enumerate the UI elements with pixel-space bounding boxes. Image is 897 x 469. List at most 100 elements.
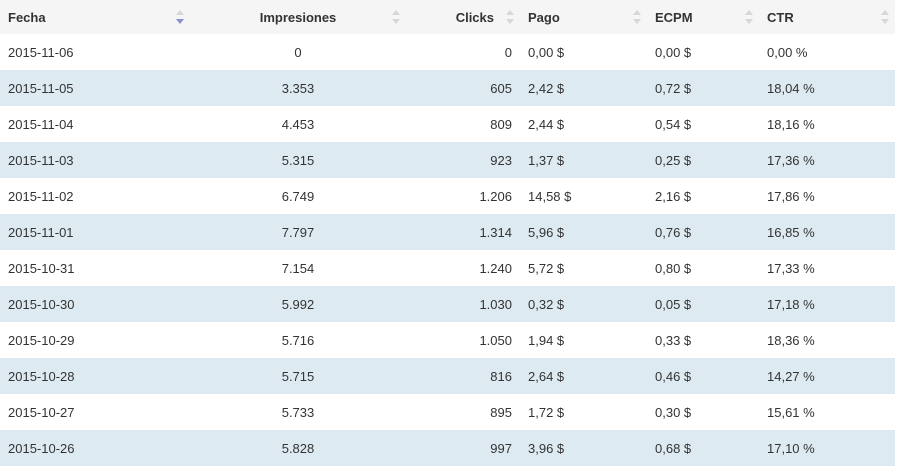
column-header-label: CTR <box>767 9 794 25</box>
cell-clicks: 895 <box>406 394 520 430</box>
cell-impresiones: 5.733 <box>190 394 406 430</box>
table-row: 2015-10-28 5.715 816 2,64 $0,46 $14,27 % <box>0 358 895 394</box>
table-row: 2015-10-27 5.733 895 1,72 $0,30 $15,61 % <box>0 394 895 430</box>
sort-arrows-icon <box>881 10 889 24</box>
column-header-label: Impresiones <box>259 9 337 25</box>
cell-ecpm: 0,54 $ <box>647 106 759 142</box>
cell-ecpm: 0,76 $ <box>647 214 759 250</box>
cell-fecha: 2015-11-05 <box>0 70 190 106</box>
cell-impresiones: 6.749 <box>190 178 406 214</box>
cell-ctr: 0,00 % <box>759 34 895 70</box>
sort-arrows-icon <box>392 10 400 24</box>
cell-pago: 1,94 $ <box>520 322 647 358</box>
cell-ecpm: 2,16 $ <box>647 178 759 214</box>
table-header: Fecha Impresiones Clicks Pago ECPM CTR <box>0 0 895 34</box>
column-header-label: ECPM <box>655 9 693 25</box>
cell-ctr: 16,85 % <box>759 214 895 250</box>
sort-arrows-icon <box>633 10 641 24</box>
column-header-fecha[interactable]: Fecha <box>0 0 190 34</box>
cell-fecha: 2015-11-04 <box>0 106 190 142</box>
cell-ecpm: 0,46 $ <box>647 358 759 394</box>
cell-clicks: 605 <box>406 70 520 106</box>
cell-clicks: 1.240 <box>406 250 520 286</box>
table-row: 2015-11-05 3.353 605 2,42 $0,72 $18,04 % <box>0 70 895 106</box>
cell-impresiones: 7.797 <box>190 214 406 250</box>
cell-clicks: 923 <box>406 142 520 178</box>
cell-fecha: 2015-10-28 <box>0 358 190 394</box>
cell-pago: 0,32 $ <box>520 286 647 322</box>
cell-pago: 2,44 $ <box>520 106 647 142</box>
sort-arrows-icon <box>745 10 753 24</box>
cell-impresiones: 0 <box>190 34 406 70</box>
column-header-impresiones[interactable]: Impresiones <box>190 0 406 34</box>
table-row: 2015-10-29 5.716 1.050 1,94 $0,33 $18,36 % <box>0 322 895 358</box>
cell-clicks: 1.030 <box>406 286 520 322</box>
cell-pago: 14,58 $ <box>520 178 647 214</box>
cell-pago: 2,42 $ <box>520 70 647 106</box>
cell-ecpm: 0,68 $ <box>647 430 759 466</box>
cell-ctr: 17,86 % <box>759 178 895 214</box>
cell-impresiones: 4.453 <box>190 106 406 142</box>
sort-desc-icon <box>176 10 184 24</box>
cell-ctr: 18,36 % <box>759 322 895 358</box>
table-row: 2015-10-26 5.828 997 3,96 $0,68 $17,10 % <box>0 430 895 466</box>
cell-fecha: 2015-11-06 <box>0 34 190 70</box>
cell-ecpm: 0,72 $ <box>647 70 759 106</box>
cell-fecha: 2015-10-29 <box>0 322 190 358</box>
sort-arrows-icon <box>506 10 514 24</box>
cell-fecha: 2015-10-30 <box>0 286 190 322</box>
cell-impresiones: 7.154 <box>190 250 406 286</box>
cell-clicks: 809 <box>406 106 520 142</box>
cell-impresiones: 5.828 <box>190 430 406 466</box>
column-header-label: Pago <box>528 9 560 25</box>
cell-ctr: 17,10 % <box>759 430 895 466</box>
cell-pago: 5,96 $ <box>520 214 647 250</box>
cell-fecha: 2015-11-02 <box>0 178 190 214</box>
cell-impresiones: 5.716 <box>190 322 406 358</box>
table-row: 2015-10-30 5.992 1.030 0,32 $0,05 $17,18 % <box>0 286 895 322</box>
cell-pago: 2,64 $ <box>520 358 647 394</box>
cell-ecpm: 0,80 $ <box>647 250 759 286</box>
cell-fecha: 2015-11-01 <box>0 214 190 250</box>
cell-ctr: 18,04 % <box>759 70 895 106</box>
table-row: 2015-10-31 7.154 1.240 5,72 $0,80 $17,33 % <box>0 250 895 286</box>
cell-ecpm: 0,00 $ <box>647 34 759 70</box>
cell-ecpm: 0,33 $ <box>647 322 759 358</box>
column-header-ecpm[interactable]: ECPM <box>647 0 759 34</box>
cell-ecpm: 0,30 $ <box>647 394 759 430</box>
column-header-label: Fecha <box>8 9 46 25</box>
cell-fecha: 2015-11-03 <box>0 142 190 178</box>
header-row: Fecha Impresiones Clicks Pago ECPM CTR <box>0 0 895 34</box>
cell-clicks: 0 <box>406 34 520 70</box>
cell-ctr: 17,33 % <box>759 250 895 286</box>
cell-ctr: 18,16 % <box>759 106 895 142</box>
column-header-label: Clicks <box>455 9 494 25</box>
table-body: 2015-11-06 0 0 0,00 $0,00 $0,00 % 2015-11-05… <box>0 34 895 466</box>
cell-ecpm: 0,25 $ <box>647 142 759 178</box>
column-header-clicks[interactable]: Clicks <box>406 0 520 34</box>
cell-pago: 1,72 $ <box>520 394 647 430</box>
cell-impresiones: 5.992 <box>190 286 406 322</box>
cell-impresiones: 5.715 <box>190 358 406 394</box>
cell-ecpm: 0,05 $ <box>647 286 759 322</box>
stats-table: Fecha Impresiones Clicks Pago ECPM CTR 2… <box>0 0 895 466</box>
cell-impresiones: 5.315 <box>190 142 406 178</box>
cell-fecha: 2015-10-27 <box>0 394 190 430</box>
cell-ctr: 17,36 % <box>759 142 895 178</box>
cell-clicks: 1.206 <box>406 178 520 214</box>
cell-clicks: 816 <box>406 358 520 394</box>
cell-ctr: 17,18 % <box>759 286 895 322</box>
cell-fecha: 2015-10-26 <box>0 430 190 466</box>
cell-fecha: 2015-10-31 <box>0 250 190 286</box>
cell-pago: 1,37 $ <box>520 142 647 178</box>
table-row: 2015-11-03 5.315 923 1,37 $0,25 $17,36 % <box>0 142 895 178</box>
cell-pago: 0,00 $ <box>520 34 647 70</box>
column-header-ctr[interactable]: CTR <box>759 0 895 34</box>
cell-pago: 5,72 $ <box>520 250 647 286</box>
table-row: 2015-11-06 0 0 0,00 $0,00 $0,00 % <box>0 34 895 70</box>
table-row: 2015-11-02 6.749 1.206 14,58 $2,16 $17,86 % <box>0 178 895 214</box>
column-header-pago[interactable]: Pago <box>520 0 647 34</box>
cell-impresiones: 3.353 <box>190 70 406 106</box>
cell-clicks: 1.050 <box>406 322 520 358</box>
table-row: 2015-11-04 4.453 809 2,44 $0,54 $18,16 % <box>0 106 895 142</box>
